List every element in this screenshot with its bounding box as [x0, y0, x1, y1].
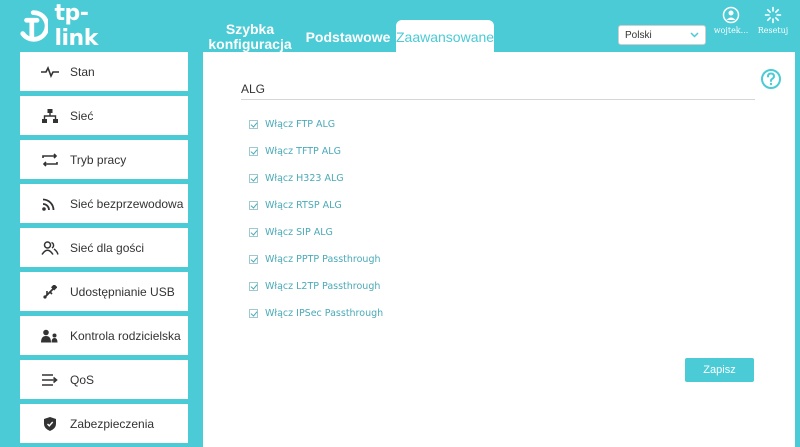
- usb-icon: [40, 284, 60, 300]
- tp-link-logo: tp-link: [18, 1, 128, 51]
- tab-basic[interactable]: Podstawowe: [302, 30, 394, 45]
- sidebar-item-label: QoS: [70, 372, 95, 387]
- reset-icon: [764, 6, 782, 24]
- option-label: Włącz H323 ALG: [265, 172, 344, 184]
- sidebar-item-label: Udostępnianie USB: [70, 284, 175, 299]
- option-ftp-alg[interactable]: Włącz FTP ALG: [249, 118, 335, 130]
- option-label: Włącz SIP ALG: [265, 226, 333, 238]
- user-button[interactable]: wojtek...: [712, 6, 750, 35]
- pulse-icon: [40, 64, 60, 80]
- sidebar-item-label: Sieć bezprzewodowa: [70, 196, 184, 211]
- sidebar-item-parental-controls[interactable]: Kontrola rodzicielska: [20, 316, 188, 355]
- sidebar-item-label: Sieć: [70, 108, 94, 123]
- mode-icon: [40, 152, 60, 168]
- option-l2tp-passthrough[interactable]: Włącz L2TP Passthrough: [249, 280, 380, 292]
- network-icon: [40, 108, 60, 124]
- sidebar-item-label: Zabezpieczenia: [70, 416, 155, 431]
- tp-link-logo-icon: [20, 10, 49, 42]
- option-tftp-alg[interactable]: Włącz TFTP ALG: [249, 145, 341, 157]
- language-selected-value: Polski: [625, 29, 652, 41]
- checkbox-checked-icon[interactable]: [249, 200, 258, 210]
- tab-quick-setup[interactable]: Szybka konfiguracja: [208, 22, 292, 52]
- checkbox-checked-icon[interactable]: [249, 227, 258, 237]
- shield-icon: [40, 416, 60, 432]
- checkbox-checked-icon[interactable]: [249, 308, 258, 318]
- sidebar-item-status[interactable]: Stan: [20, 52, 188, 91]
- option-pptp-passthrough[interactable]: Włącz PPTP Passthrough: [249, 253, 381, 265]
- checkbox-checked-icon[interactable]: [249, 173, 258, 183]
- section-title: ALG: [241, 82, 266, 96]
- option-label: Włącz RTSP ALG: [265, 199, 342, 211]
- section-divider: [241, 99, 755, 100]
- reset-label: Resetuj: [757, 26, 789, 35]
- sidebar: Stan Sieć Tryb pracy Sieć bezprzewodowa …: [20, 52, 188, 447]
- parental-icon: [40, 328, 60, 344]
- tab-quick-setup-line2: konfiguracja: [208, 36, 292, 52]
- option-h323-alg[interactable]: Włącz H323 ALG: [249, 172, 344, 184]
- option-sip-alg[interactable]: Włącz SIP ALG: [249, 226, 333, 238]
- sidebar-item-label: Sieć dla gości: [70, 240, 145, 255]
- sidebar-item-guest-network[interactable]: Sieć dla gości: [20, 228, 188, 267]
- save-button[interactable]: Zapisz: [685, 358, 754, 382]
- sidebar-item-label: Tryb pracy: [70, 152, 127, 167]
- language-select[interactable]: Polski: [618, 25, 706, 45]
- sidebar-item-qos[interactable]: QoS: [20, 360, 188, 399]
- option-label: Włącz FTP ALG: [265, 118, 336, 130]
- guests-icon: [40, 240, 60, 256]
- sidebar-item-security[interactable]: Zabezpieczenia: [20, 404, 188, 443]
- checkbox-checked-icon[interactable]: [249, 281, 258, 291]
- sidebar-item-operation-mode[interactable]: Tryb pracy: [20, 140, 188, 179]
- sidebar-item-network[interactable]: Sieć: [20, 96, 188, 135]
- option-label: Włącz IPSec Passthrough: [265, 307, 384, 319]
- sidebar-item-usb-sharing[interactable]: Udostępnianie USB: [20, 272, 188, 311]
- main-panel: ALG Włącz FTP ALG Włącz TFTP ALG Włącz H…: [203, 52, 795, 447]
- qos-icon: [40, 372, 60, 388]
- checkbox-checked-icon[interactable]: [249, 119, 258, 129]
- checkbox-checked-icon[interactable]: [249, 254, 258, 264]
- tab-quick-setup-line1: Szybka: [225, 21, 275, 37]
- sidebar-item-label: Kontrola rodzicielska: [70, 328, 181, 343]
- logo-text: tp-link: [54, 1, 98, 51]
- tab-advanced[interactable]: Zaawansowane: [396, 20, 494, 52]
- option-ipsec-passthrough[interactable]: Włącz IPSec Passthrough: [249, 307, 383, 319]
- wifi-icon: [40, 196, 60, 212]
- option-label: Włącz PPTP Passthrough: [265, 253, 381, 265]
- reset-button[interactable]: Resetuj: [756, 6, 790, 35]
- help-icon[interactable]: [760, 68, 782, 90]
- user-icon: [722, 6, 740, 24]
- option-label: Włącz L2TP Passthrough: [265, 280, 381, 292]
- option-label: Włącz TFTP ALG: [265, 145, 341, 157]
- user-label: wojtek...: [713, 26, 749, 35]
- chevron-down-icon: [690, 30, 699, 40]
- option-rtsp-alg[interactable]: Włącz RTSP ALG: [249, 199, 342, 211]
- sidebar-item-wireless[interactable]: Sieć bezprzewodowa: [20, 184, 188, 223]
- checkbox-checked-icon[interactable]: [249, 146, 258, 156]
- sidebar-item-label: Stan: [70, 64, 95, 79]
